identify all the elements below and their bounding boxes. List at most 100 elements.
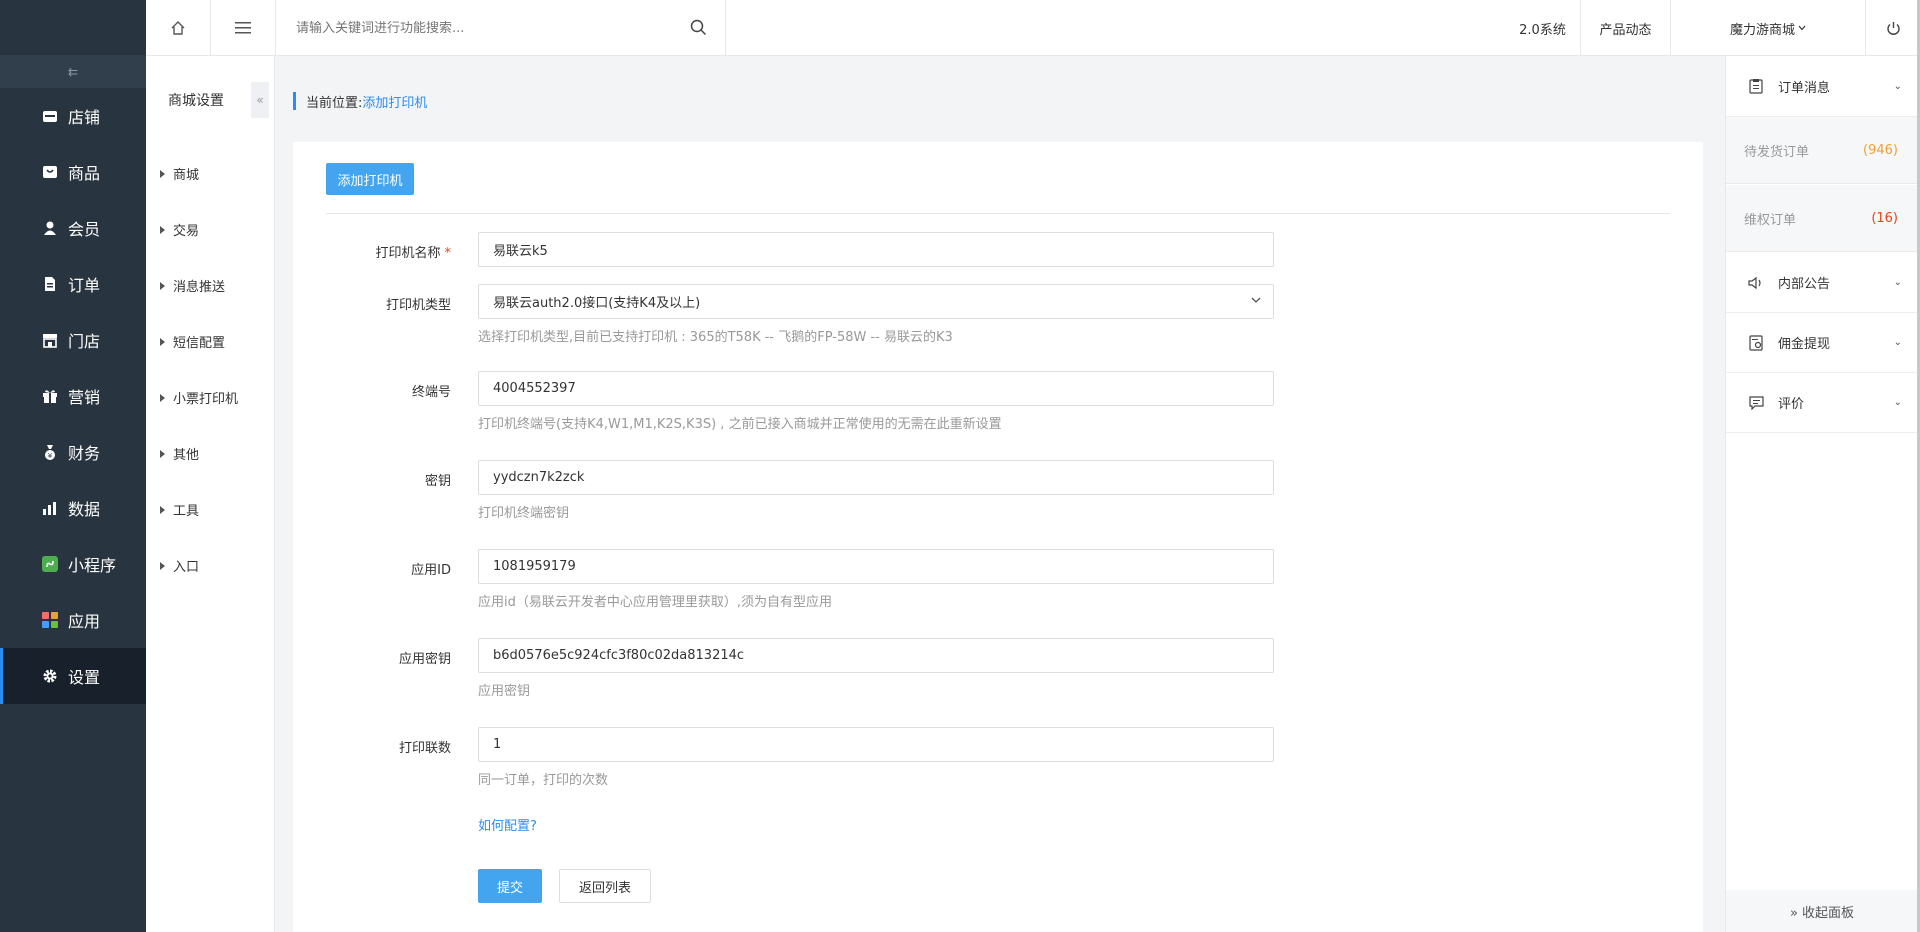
- chevron-down-icon: ⌄: [1893, 80, 1902, 92]
- sidebar-item-member[interactable]: 会员: [0, 200, 146, 256]
- subnav-item-tools[interactable]: 工具: [160, 500, 199, 519]
- sidebar-item-label: 订单: [68, 276, 101, 295]
- subnav-item-sms[interactable]: 短信配置: [160, 332, 225, 351]
- sidebar-item-store[interactable]: 店铺: [0, 88, 146, 144]
- finance-icon: ¥: [42, 444, 58, 460]
- shop-icon: [42, 332, 58, 348]
- sidebar-item-label: 会员: [68, 220, 101, 239]
- field-help: 应用密钥: [478, 684, 531, 699]
- how-to-configure-link[interactable]: 如何配置?: [478, 815, 537, 834]
- internal-notice-header[interactable]: 内部公告 ⌄: [1726, 253, 1918, 313]
- home-icon: [171, 21, 185, 35]
- breadcrumb: 当前位置: 添加打印机: [293, 92, 427, 111]
- app-id-input[interactable]: 1081959179: [478, 549, 1274, 584]
- sidebar-item-label: 财务: [68, 444, 101, 463]
- field-label: 打印机类型: [385, 298, 451, 313]
- caret-right-icon: [160, 561, 165, 570]
- subnav-item-printer[interactable]: 小票打印机: [160, 388, 238, 407]
- sidebar-item-label: 应用: [68, 612, 101, 631]
- rights-orders-label: 维权订单: [1744, 212, 1797, 228]
- subnav-item-trade[interactable]: 交易: [160, 220, 199, 239]
- printer-type-select[interactable]: 易联云auth2.0接口(支持K4及以上): [478, 284, 1274, 319]
- rights-orders-item[interactable]: 维权订单 (16): [1726, 185, 1918, 252]
- pending-orders-count: (946): [1863, 142, 1898, 158]
- breadcrumb-current[interactable]: 添加打印机: [362, 92, 427, 111]
- caret-right-icon: [160, 337, 165, 346]
- sidebar-item-order[interactable]: 订单: [0, 256, 146, 312]
- product-news-link[interactable]: 产品动态: [1580, 0, 1670, 56]
- svg-text:¥: ¥: [48, 452, 53, 460]
- sidebar-item-label: 门店: [68, 332, 101, 351]
- subnav-item-label: 工具: [173, 504, 200, 519]
- review-header[interactable]: 评价 ⌄: [1726, 373, 1918, 433]
- shop-switcher[interactable]: 魔力游商城: [1670, 0, 1865, 56]
- printer-name-input[interactable]: 易联云k5: [478, 232, 1274, 267]
- commission-withdraw-header[interactable]: 佣金提现 ⌄: [1726, 313, 1918, 373]
- sidebar-item-label: 数据: [68, 500, 101, 519]
- subnav-item-mall[interactable]: 商城: [160, 164, 199, 183]
- chevron-down-icon: ⌄: [1893, 397, 1902, 408]
- breadcrumb-prefix: 当前位置:: [306, 95, 363, 111]
- home-button[interactable]: [146, 0, 211, 56]
- search-bar: [276, 0, 726, 56]
- sidebar-item-marketing[interactable]: 营销: [0, 368, 146, 424]
- subnav-item-push[interactable]: 消息推送: [160, 276, 225, 295]
- order-message-header[interactable]: 订单消息 ⌄: [1726, 56, 1918, 117]
- store-icon: [42, 108, 58, 124]
- subnav-item-label: 小票打印机: [173, 392, 239, 407]
- print-copies-input[interactable]: 1: [478, 727, 1274, 762]
- main-sidebar: ⇇ 店铺 商品 会员 订单 门店 营销 ¥ 财务 数据 小程序 应用 设置: [0, 0, 146, 932]
- sub-sidebar-title: 商城设置: [168, 93, 224, 109]
- required-mark: *: [444, 246, 452, 261]
- subnav-item-label: 入口: [173, 560, 200, 575]
- shop-name: 魔力游商城: [1729, 22, 1795, 38]
- chart-icon: [42, 500, 58, 516]
- field-label: 应用密钥: [398, 652, 451, 667]
- subnav-item-label: 商城: [173, 168, 200, 183]
- form-panel: 添加打印机 打印机名称 * 易联云k5 打印机类型 易联云auth2.0接口(支持…: [293, 142, 1703, 932]
- collapse-panel-button[interactable]: » 收起面板: [1726, 890, 1918, 932]
- sidebar-item-finance[interactable]: ¥ 财务: [0, 424, 146, 480]
- sidebar-item-label: 设置: [68, 668, 101, 687]
- version-link[interactable]: 2.0系统: [1505, 0, 1580, 56]
- logout-button[interactable]: [1865, 0, 1920, 56]
- submit-button[interactable]: 提交: [478, 869, 542, 903]
- field-help: 打印机终端密钥: [478, 506, 570, 521]
- secret-key-input[interactable]: yydczn7k2zck: [478, 460, 1274, 495]
- menu-toggle-button[interactable]: [211, 0, 276, 56]
- rights-orders-count: (16): [1871, 210, 1898, 226]
- sidebar-item-data[interactable]: 数据: [0, 480, 146, 536]
- search-input[interactable]: [276, 20, 676, 36]
- goods-icon: [42, 164, 58, 180]
- caret-right-icon: [160, 225, 165, 234]
- pending-orders-item[interactable]: 待发货订单 (946): [1726, 117, 1918, 184]
- field-label: 打印机名称 *: [375, 246, 452, 261]
- add-printer-tab-button[interactable]: 添加打印机: [326, 163, 414, 195]
- clipboard-icon: [1748, 78, 1764, 94]
- sidebar-item-shop[interactable]: 门店: [0, 312, 146, 368]
- sidebar-item-goods[interactable]: 商品: [0, 144, 146, 200]
- subnav-item-entry[interactable]: 入口: [160, 556, 199, 575]
- field-label: 打印联数: [398, 741, 451, 756]
- field-label: 密钥: [424, 474, 451, 489]
- terminal-number-input[interactable]: 4004552397: [478, 371, 1274, 406]
- top-bar: 2.0系统 产品动态 魔力游商城: [146, 0, 1920, 56]
- search-icon[interactable]: [690, 19, 707, 36]
- caret-right-icon: [160, 449, 165, 458]
- field-label: 终端号: [411, 385, 451, 400]
- subnav-item-label: 交易: [173, 224, 200, 239]
- subnav-item-label: 消息推送: [173, 280, 226, 295]
- subnav-item-label: 其他: [173, 448, 200, 463]
- subnav-item-other[interactable]: 其他: [160, 444, 199, 463]
- sidebar-item-settings[interactable]: 设置: [0, 648, 146, 704]
- sidebar-fold-button[interactable]: ⇇: [0, 55, 146, 88]
- field-help: 应用id（易联云开发者中心应用管理里获取）,须为自有型应用: [478, 595, 832, 610]
- speaker-icon: [1748, 276, 1764, 290]
- chevron-down-icon: ⌄: [1893, 337, 1902, 348]
- sub-sidebar-collapse-button[interactable]: «: [251, 82, 269, 118]
- app-secret-input[interactable]: b6d0576e5c924cfc3f80c02da813214c: [478, 638, 1274, 673]
- back-to-list-button[interactable]: 返回列表: [559, 869, 651, 903]
- sidebar-item-miniprogram[interactable]: 小程序: [0, 536, 146, 592]
- gift-icon: [42, 388, 58, 404]
- sidebar-item-apps[interactable]: 应用: [0, 592, 146, 648]
